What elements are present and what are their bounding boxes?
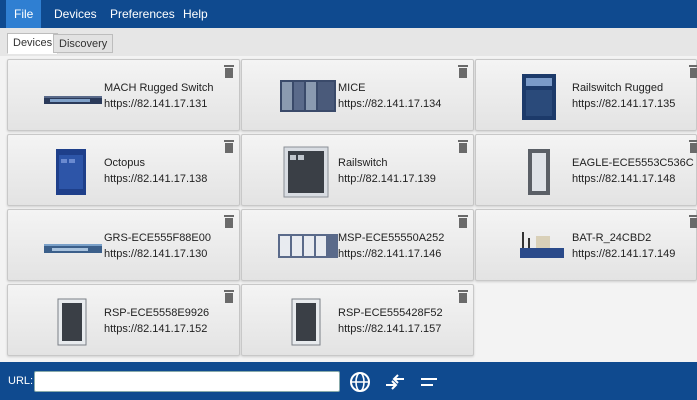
device-card-msp[interactable]: MSP-ECE55550A252 https://82.141.17.146 [241,209,474,281]
trash-icon[interactable] [688,139,697,153]
device-url: https://82.141.17.152 [104,323,208,335]
rack-switch-image [44,244,102,253]
device-url: https://82.141.17.149 [572,248,676,260]
transfer-arrows-icon[interactable] [384,371,406,393]
msp-switch-image [278,234,338,258]
device-name: MICE [338,82,366,94]
trash-icon[interactable] [223,289,235,303]
device-name: Octopus [104,157,145,169]
device-name: Railswitch Rugged [572,82,664,94]
device-name: GRS-ECE555F88E00 [104,232,211,244]
device-url: https://82.141.17.131 [104,98,208,110]
device-url: https://82.141.17.130 [104,248,208,260]
device-name: MACH Rugged Switch [104,82,214,94]
device-name: EAGLE-ECE5553C536C [572,157,694,169]
globe-icon[interactable] [349,371,371,393]
rsp-switch-image [57,298,87,346]
trash-icon[interactable] [457,289,469,303]
device-card-rsp-1[interactable]: RSP-ECE5558E9926 https://82.141.17.152 [7,284,240,356]
device-name: BAT-R_24CBD2 [572,232,652,244]
device-card-railswitch-rugged[interactable]: Railswitch Rugged https://82.141.17.135 [475,59,697,131]
device-url: https://82.141.17.134 [338,98,442,110]
rsp-switch-image [291,298,321,346]
trash-icon[interactable] [457,64,469,78]
menu-lines-icon[interactable] [418,371,440,393]
tab-bar: Devices Discovery [0,28,697,56]
menu-help[interactable]: Help [175,0,216,28]
trash-icon[interactable] [223,64,235,78]
rugged-switch-image [522,74,556,120]
trash-icon[interactable] [457,139,469,153]
device-card-rsp-2[interactable]: RSP-ECE555428F52 https://82.141.17.157 [241,284,474,356]
device-card-mice[interactable]: MICE https://82.141.17.134 [241,59,474,131]
trash-icon[interactable] [457,214,469,228]
eagle-firewall-image [528,149,550,195]
device-card-mach-rugged-switch[interactable]: MACH Rugged Switch https://82.141.17.131 [7,59,240,131]
trash-icon[interactable] [688,214,697,228]
url-label: URL: [8,375,34,387]
railswitch-image [283,146,329,198]
device-url: https://82.141.17.135 [572,98,676,110]
menu-file[interactable]: File [6,0,42,28]
tab-devices[interactable]: Devices [7,33,59,54]
rack-switch-image [44,96,102,104]
device-name: RSP-ECE555428F52 [338,307,443,319]
trash-icon[interactable] [688,64,697,78]
bottom-bar: URL: [0,362,697,400]
modular-switch-image [280,80,336,112]
device-url: https://82.141.17.146 [338,248,442,260]
tab-discovery[interactable]: Discovery [53,34,114,53]
menu-bar: File Devices Preferences Help [0,0,697,28]
trash-icon[interactable] [223,139,235,153]
device-name: MSP-ECE55550A252 [338,232,445,244]
url-input[interactable] [34,371,340,392]
device-url: https://82.141.17.157 [338,323,442,335]
menu-devices[interactable]: Devices [46,0,105,28]
octopus-switch-image [56,149,86,195]
device-name: RSP-ECE5558E9926 [104,307,210,319]
device-card-octopus[interactable]: Octopus https://82.141.17.138 [7,134,240,206]
device-card-bat[interactable]: BAT-R_24CBD2 https://82.141.17.149 [475,209,697,281]
device-url: http://82.141.17.139 [338,173,436,185]
device-grid: MACH Rugged Switch https://82.141.17.131… [0,56,697,362]
device-name: Railswitch [338,157,388,169]
device-card-eagle[interactable]: EAGLE-ECE5553C536C https://82.141.17.148 [475,134,697,206]
trash-icon[interactable] [223,214,235,228]
menu-preferences[interactable]: Preferences [102,0,183,28]
device-card-railswitch[interactable]: Railswitch http://82.141.17.139 [241,134,474,206]
bat-router-image [520,232,564,258]
device-card-grs[interactable]: GRS-ECE555F88E00 https://82.141.17.130 [7,209,240,281]
device-url: https://82.141.17.138 [104,173,208,185]
device-url: https://82.141.17.148 [572,173,676,185]
